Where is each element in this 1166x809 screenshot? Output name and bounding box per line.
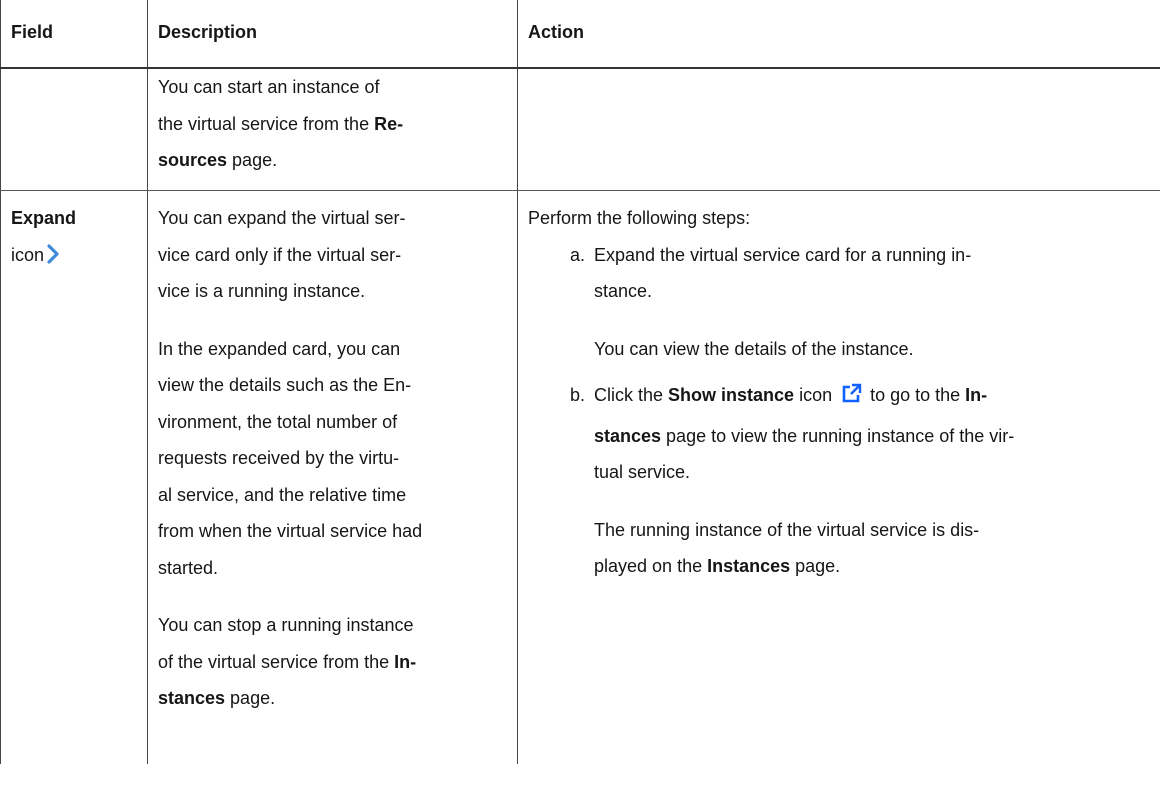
desc-p2-line: In the expanded card, you can — [158, 338, 401, 359]
step-b-text: tual service. — [594, 462, 691, 482]
row1-action-cell — [517, 68, 1160, 191]
desc-paragraph-2: In the expanded card, you can view the d… — [158, 331, 517, 587]
step-a-line2: stance. — [594, 281, 653, 301]
step-b-result: The running instance of the virtual serv… — [594, 512, 1160, 585]
header-description: Description — [147, 0, 518, 69]
desc-p1-line: vice card only if the virtual ser- — [158, 244, 402, 265]
desc-paragraph-3: You can stop a running instance of the v… — [158, 607, 517, 717]
action-step-a: a. Expand the virtual service card for a… — [528, 237, 1160, 368]
row1-desc-line1: You can start an instance of — [158, 77, 380, 97]
header-row: Field Description Action — [0, 0, 1160, 69]
row1-desc-line2: the virtual service from the — [158, 113, 375, 134]
row2-description-cell: You can expand the virtual ser- vice car… — [147, 190, 518, 764]
field-expand-label: Expand — [11, 208, 77, 228]
desc-p3-line: You can stop a running instance — [158, 615, 414, 635]
action-steps-list: a. Expand the virtual service card for a… — [528, 237, 1160, 585]
desc-p2-line: view the details such as the En- — [158, 375, 412, 395]
chevron-right-icon — [46, 243, 60, 269]
row1-field-cell — [0, 68, 148, 191]
step-a-line1: Expand the virtual service card for a ru… — [594, 244, 972, 265]
external-link-icon — [840, 381, 862, 418]
step-b-text: icon — [794, 385, 838, 405]
header-field: Field — [0, 0, 148, 69]
row1-description-cell: You can start an instance of the virtual… — [147, 68, 518, 191]
field-icon-label: icon — [11, 244, 45, 265]
step-b-result-line2: page. — [790, 556, 841, 576]
desc-p2-line: requests received by the virtu- — [158, 448, 400, 468]
step-b-text: page to view the running instance of the… — [661, 425, 1015, 446]
desc-p2-line: vironment, the total number of — [158, 411, 398, 432]
desc-paragraph-1: You can expand the virtual ser- vice car… — [158, 200, 517, 310]
desc-bold-instances-start: In- — [394, 651, 417, 672]
desc-p2-line: started. — [158, 557, 219, 578]
step-a-result: You can view the details of the instance… — [594, 338, 914, 359]
desc-p1-line: vice is a running instance. — [158, 281, 366, 301]
row1-desc-bold-resources-end: sources — [158, 150, 228, 170]
step-b-result-line1: The running instance of the virtual serv… — [594, 519, 980, 540]
desc-p3-line: page. — [225, 688, 276, 708]
step-b-text: Click the — [594, 385, 669, 405]
header-action: Action — [517, 0, 1160, 69]
desc-p3-line: of the virtual service from the — [158, 651, 395, 672]
desc-p2-line: from when the virtual service had — [158, 521, 423, 541]
instances-bold-start: In- — [965, 385, 988, 405]
action-intro: Perform the following steps: — [528, 208, 751, 228]
row1-desc-bold-resources-start: Re- — [374, 113, 404, 134]
instances-bold-end: stances — [594, 425, 662, 446]
desc-bold-instances-end: stances — [158, 688, 226, 708]
step-b-result-line2: played on the — [594, 556, 708, 576]
desc-p2-line: al service, and the relative time — [158, 484, 407, 505]
row2-field-cell: Expand icon — [0, 190, 148, 764]
instances-page-bold: Instances — [707, 556, 791, 576]
fields-table: Field Description Action You can start a… — [0, 0, 1160, 764]
step-marker: a. — [570, 244, 586, 265]
action-step-b: b. Click the Show instance icon to go to… — [528, 377, 1160, 585]
table-row: Expand icon You can expand the virtual s… — [0, 190, 1160, 765]
show-instance-label: Show instance — [668, 385, 795, 405]
desc-p1-line: You can expand the virtual ser- — [158, 208, 406, 228]
step-b-text: to go to the — [865, 385, 966, 405]
row2-action-cell: Perform the following steps: a. Expand t… — [518, 191, 1160, 765]
row1-desc-line3: page. — [227, 150, 278, 170]
table-row: You can start an instance of the virtual… — [0, 68, 1160, 191]
step-marker: b. — [570, 385, 586, 405]
